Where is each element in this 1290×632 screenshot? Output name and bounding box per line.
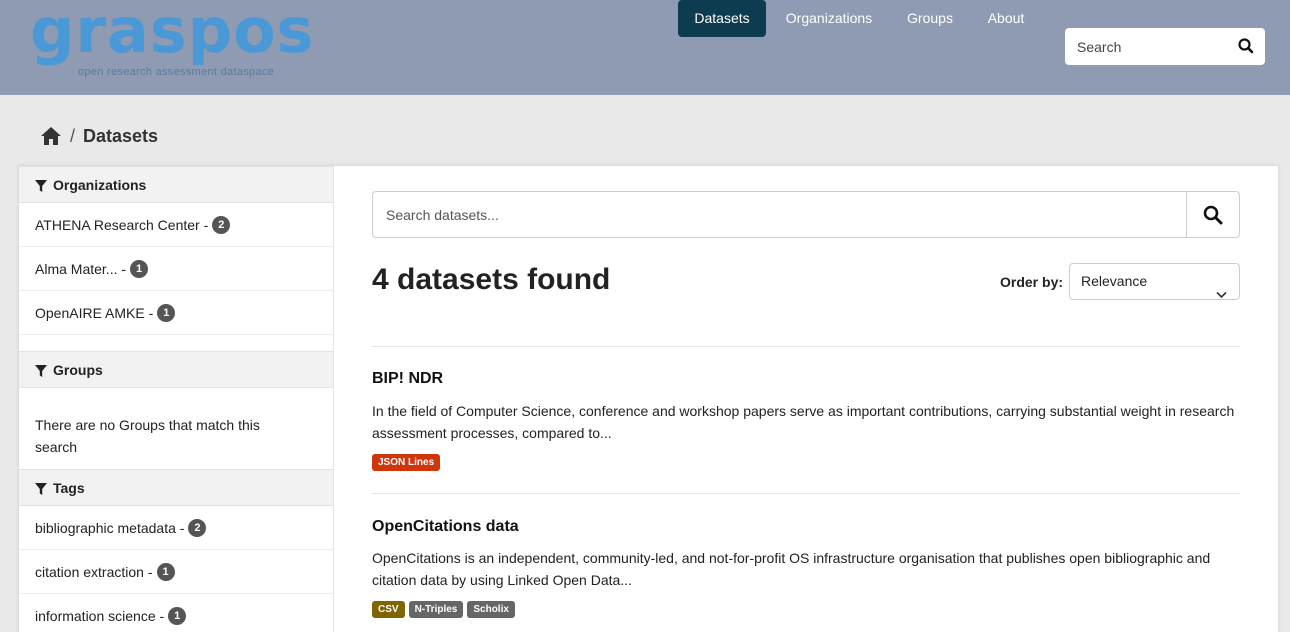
facet-item-label: OpenAIRE AMKE - xyxy=(35,304,154,321)
groups-empty-message: There are no Groups that match this sear… xyxy=(35,417,260,455)
facet-item-label: Alma Mater... - xyxy=(35,260,127,277)
filter-icon xyxy=(35,364,47,377)
divider xyxy=(372,346,1240,347)
nav-datasets[interactable]: Datasets xyxy=(678,0,766,37)
nav-organizations[interactable]: Organizations xyxy=(775,0,883,37)
dataset-search-input[interactable] xyxy=(373,192,1185,237)
facet-item-information-science[interactable]: information science - 1 xyxy=(19,594,333,632)
content-panel: Organizations ATHENA Research Center - 2… xyxy=(18,165,1279,632)
dataset-search-button[interactable] xyxy=(1186,192,1239,237)
breadcrumb-separator: / xyxy=(70,125,76,146)
dataset-formats: JSON Lines xyxy=(372,454,441,471)
search-icon xyxy=(1203,205,1223,224)
dataset-title-opencitations[interactable]: OpenCitations data xyxy=(372,518,519,536)
site-search xyxy=(1065,28,1265,65)
facet-header-groups: Groups xyxy=(19,351,333,388)
facet-title: Groups xyxy=(53,361,103,378)
facet-item-label: ATHENA Research Center - xyxy=(35,216,209,233)
site-search-input[interactable] xyxy=(1065,28,1225,65)
facet-item-athena[interactable]: ATHENA Research Center - 2 xyxy=(19,203,333,247)
facet-title: Organizations xyxy=(53,176,147,193)
dataset-formats: CSV N-Triples Scholix xyxy=(372,601,515,618)
facet-item-openaire[interactable]: OpenAIRE AMKE - 1 xyxy=(19,291,333,335)
facet-title: Tags xyxy=(53,479,85,496)
dataset-description: OpenCitations is an independent, communi… xyxy=(372,550,1211,588)
nav-groups[interactable]: Groups xyxy=(895,0,965,37)
dataset-title-bip-ndr[interactable]: BIP! NDR xyxy=(372,370,443,388)
facet-item-label: citation extraction - xyxy=(35,563,153,580)
count-badge: 1 xyxy=(130,259,149,278)
breadcrumb-datasets[interactable]: Datasets xyxy=(83,126,158,147)
format-badge[interactable]: JSON Lines xyxy=(372,454,441,471)
order-by-select[interactable]: Relevance xyxy=(1069,263,1240,300)
format-badge[interactable]: CSV xyxy=(372,601,405,618)
count-badge: 2 xyxy=(188,518,207,537)
format-badge[interactable]: N-Triples xyxy=(408,601,464,618)
nav-about[interactable]: About xyxy=(975,0,1037,37)
site-logo[interactable]: graspos open research assessment dataspa… xyxy=(30,0,330,84)
home-icon[interactable] xyxy=(40,126,62,146)
dataset-description: In the field of Computer Science, confer… xyxy=(372,403,1235,441)
count-badge: 2 xyxy=(212,215,231,234)
masthead: graspos open research assessment dataspa… xyxy=(0,0,1290,95)
filter-icon xyxy=(35,482,47,495)
filter-icon xyxy=(35,179,47,192)
search-icon[interactable] xyxy=(1233,33,1259,59)
facet-item-alma-mater[interactable]: Alma Mater... - 1 xyxy=(19,247,333,291)
facet-item-bibliographic-metadata[interactable]: bibliographic metadata - 2 xyxy=(19,506,333,550)
count-badge: 1 xyxy=(156,562,175,581)
breadcrumb: / Datasets xyxy=(40,124,158,148)
facet-sidebar: Organizations ATHENA Research Center - 2… xyxy=(19,166,334,632)
order-by-value: Relevance xyxy=(1081,273,1148,289)
logo-wordmark: graspos xyxy=(30,0,315,67)
count-badge: 1 xyxy=(157,303,176,322)
divider xyxy=(372,493,1240,494)
order-by-label: Order by: xyxy=(1000,274,1064,290)
facet-item-label: bibliographic metadata - xyxy=(35,519,185,536)
facet-header-tags: Tags xyxy=(19,469,333,506)
count-badge: 1 xyxy=(168,606,187,625)
facet-item-label: information science - xyxy=(35,607,165,624)
facet-header-organizations: Organizations xyxy=(19,166,333,203)
logo-tagline: open research assessment dataspace xyxy=(78,66,275,78)
format-badge[interactable]: Scholix xyxy=(467,601,515,618)
dataset-search xyxy=(372,191,1240,238)
facet-item-citation-extraction[interactable]: citation extraction - 1 xyxy=(19,550,333,594)
results-count: 4 datasets found xyxy=(372,263,611,296)
chevron-down-icon xyxy=(1216,277,1227,299)
